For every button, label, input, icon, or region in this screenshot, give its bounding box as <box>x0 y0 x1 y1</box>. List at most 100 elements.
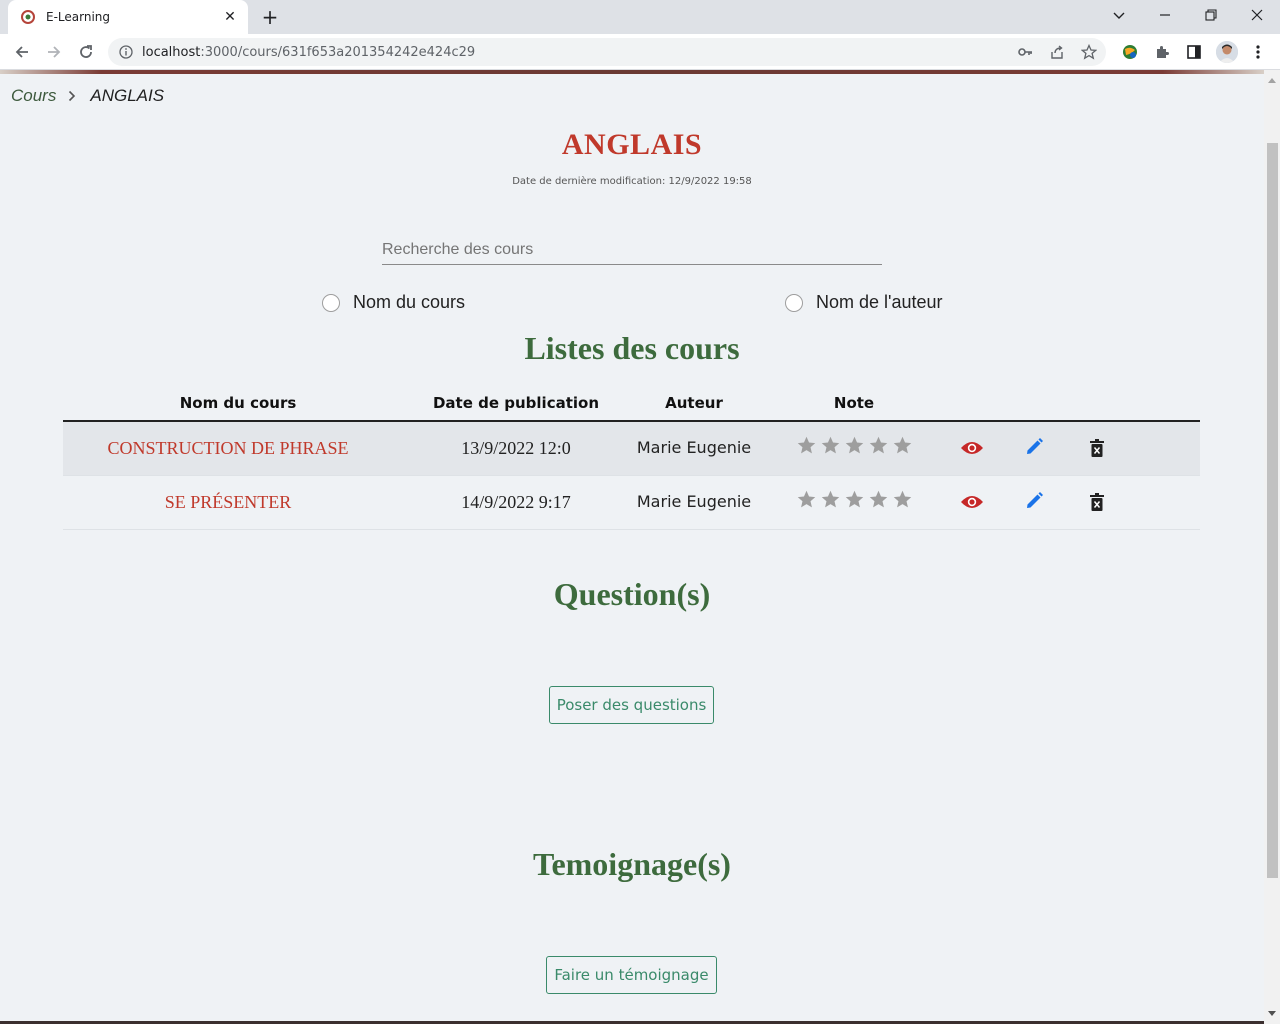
edit-cell <box>1004 421 1064 476</box>
search-input[interactable] <box>382 236 882 264</box>
course-author: Marie Eugenie <box>636 492 752 511</box>
course-name[interactable]: SE PRÉSENTER <box>165 492 292 512</box>
restore-button[interactable] <box>1199 5 1223 25</box>
star-icon[interactable] <box>820 489 841 510</box>
table-row: CONSTRUCTION DE PHRASE 13/9/2022 12:0 Ma… <box>63 421 1200 476</box>
eye-icon[interactable] <box>959 435 985 461</box>
radio-button[interactable] <box>785 293 803 312</box>
delete-cell <box>1064 421 1129 476</box>
radio-author-name[interactable]: Nom de l'auteur <box>785 292 943 313</box>
new-tab-button[interactable]: + <box>260 5 280 29</box>
star-icon[interactable] <box>796 435 817 456</box>
star-icon[interactable] <box>892 489 913 510</box>
column-header-rating: Note <box>769 386 939 422</box>
column-header-name: Nom du cours <box>63 386 413 422</box>
edit-cell <box>1004 475 1064 530</box>
key-icon[interactable] <box>1016 43 1034 61</box>
minimize-button[interactable] <box>1153 5 1177 25</box>
pencil-icon[interactable] <box>1021 434 1047 460</box>
column-header-date: Date de publication <box>413 386 619 422</box>
course-date-cell: 13/9/2022 12:0 <box>413 421 619 476</box>
search-field <box>382 236 882 265</box>
tab-title: E-Learning <box>46 10 111 24</box>
reload-icon[interactable] <box>74 40 98 64</box>
eye-icon[interactable] <box>959 489 985 515</box>
column-header-delete <box>1064 386 1129 422</box>
scroll-up-arrow-icon[interactable] <box>1264 72 1280 88</box>
tab-close-icon[interactable]: ✕ <box>222 9 238 25</box>
profile-avatar[interactable] <box>1216 41 1238 63</box>
chevron-right-icon <box>68 90 76 102</box>
star-rating[interactable] <box>796 435 913 456</box>
back-arrow-icon[interactable] <box>10 40 34 64</box>
star-icon[interactable] <box>796 489 817 510</box>
star-icon[interactable] <box>844 435 865 456</box>
table-row: SE PRÉSENTER 14/9/2022 9:17 Marie Eugeni… <box>63 475 1200 530</box>
course-date: 14/9/2022 9:17 <box>461 491 571 512</box>
course-rating-cell <box>769 475 939 530</box>
testimonials-title: Temoignage(s) <box>533 846 731 882</box>
view-cell <box>939 421 1004 476</box>
last-modified-date: Date de dernière modification: 12/9/2022… <box>512 176 752 187</box>
delete-cell <box>1064 475 1129 530</box>
star-icon[interactable] <box>892 435 913 456</box>
radio-label-author-name: Nom de l'auteur <box>816 292 943 312</box>
column-header-edit <box>1004 386 1064 422</box>
course-author-cell: Marie Eugenie <box>619 475 769 530</box>
breadcrumb: Cours ANGLAIS <box>11 86 164 106</box>
close-window-button[interactable] <box>1245 5 1269 25</box>
page-title: ANGLAIS <box>561 128 703 161</box>
column-header-spacer <box>1129 386 1200 422</box>
view-cell <box>939 475 1004 530</box>
favicon-icon <box>20 9 36 25</box>
course-author: Marie Eugenie <box>636 438 752 458</box>
extensions-puzzle-icon[interactable] <box>1152 42 1172 62</box>
column-header-author: Auteur <box>619 386 769 422</box>
browser-tab[interactable]: E-Learning ✕ <box>8 0 248 34</box>
star-icon[interactable] <box>868 489 889 510</box>
breadcrumb-current: ANGLAIS <box>90 86 165 105</box>
course-rating-cell <box>769 421 939 476</box>
share-icon[interactable] <box>1048 43 1066 61</box>
course-list-title: Listes des cours <box>524 330 740 366</box>
scroll-down-arrow-icon[interactable] <box>1264 1006 1280 1022</box>
url-path: :3000/cours/631f653a201354242e424c29 <box>200 44 476 60</box>
course-author-cell: Marie Eugenie <box>619 421 769 476</box>
spacer-cell <box>1129 475 1200 530</box>
scrollbar-thumb[interactable] <box>1267 143 1278 878</box>
site-info-icon[interactable] <box>118 44 134 60</box>
breadcrumb-link-cours[interactable]: Cours <box>11 86 56 106</box>
forward-arrow-icon[interactable] <box>42 40 66 64</box>
radio-label-course-name: Nom du cours <box>353 292 466 312</box>
questions-title: Question(s) <box>553 576 711 612</box>
column-header-view <box>939 386 1004 422</box>
course-name-cell[interactable]: SE PRÉSENTER <box>63 475 413 530</box>
url-host: localhost <box>142 44 201 60</box>
bookmark-star-icon[interactable] <box>1080 43 1098 61</box>
tab-search-icon[interactable] <box>1107 5 1131 25</box>
side-panel-icon[interactable] <box>1184 42 1204 62</box>
course-table: Nom du cours Date de publication Auteur … <box>63 386 1200 530</box>
radio-button[interactable] <box>322 293 340 312</box>
radio-course-name[interactable]: Nom du cours <box>322 292 465 313</box>
address-bar[interactable]: localhost:3000/cours/631f653a201354242e4… <box>108 38 1106 66</box>
star-icon[interactable] <box>820 435 841 456</box>
pencil-icon[interactable] <box>1021 488 1047 514</box>
course-name[interactable]: CONSTRUCTION DE PHRASE <box>107 438 348 458</box>
course-date: 13/9/2022 12:0 <box>461 437 571 458</box>
ask-questions-button[interactable]: Poser des questions <box>549 686 714 724</box>
add-testimonial-button[interactable]: Faire un témoignage <box>546 956 717 994</box>
trash-icon[interactable] <box>1084 435 1110 461</box>
browser-toolbar: localhost:3000/cours/631f653a201354242e4… <box>0 34 1280 70</box>
spacer-cell <box>1129 421 1200 476</box>
star-rating[interactable] <box>796 489 913 510</box>
course-date-cell: 14/9/2022 9:17 <box>413 475 619 530</box>
table-header-row: Nom du cours Date de publication Auteur … <box>63 386 1200 422</box>
header-accent-bar <box>0 70 1264 74</box>
trash-icon[interactable] <box>1084 489 1110 515</box>
star-icon[interactable] <box>868 435 889 456</box>
course-name-cell[interactable]: CONSTRUCTION DE PHRASE <box>63 421 413 476</box>
extension-globe-icon[interactable] <box>1120 42 1140 62</box>
browser-menu-icon[interactable] <box>1248 42 1268 62</box>
star-icon[interactable] <box>844 489 865 510</box>
